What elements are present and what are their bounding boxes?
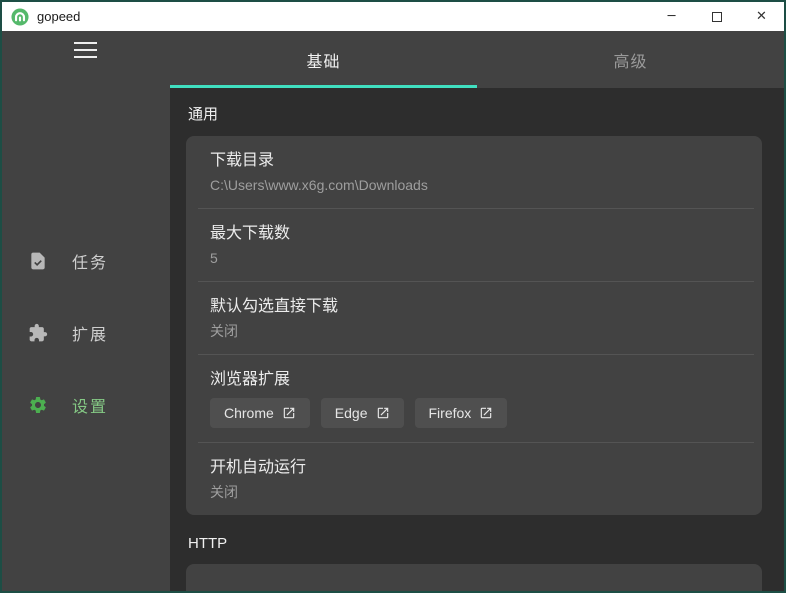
http-settings-card [186,564,762,591]
close-icon: ✕ [756,9,767,24]
section-header-general: 通用 [188,106,219,123]
setting-title: 开机自动运行 [210,459,307,476]
chrome-button-label: Chrome [224,405,274,421]
edge-extension-button[interactable]: Edge [320,398,404,428]
tab-advanced-label: 高级 [613,53,648,71]
setting-title: 浏览器扩展 [210,371,291,388]
browser-extension-buttons: Chrome Edge Firefox [210,398,738,429]
sidebar-item-settings[interactable]: 设置 [2,369,170,441]
minimize-icon: ─ [667,9,676,24]
general-settings-card: 下载目录 C:\Users\www.x6g.com\Downloads 最大下载… [186,136,762,515]
sidebar-nav: 任务 扩展 设置 [2,225,170,441]
titlebar: gopeed ─ ✕ [2,2,784,31]
setting-title: 下载目录 [210,152,275,169]
sidebar-item-label: 设置 [72,399,109,416]
close-button[interactable]: ✕ [739,2,784,31]
hamburger-icon [74,42,97,44]
tab-basic-label: 基础 [306,53,341,71]
sidebar-item-extensions[interactable]: 扩展 [2,297,170,369]
edge-button-label: Edge [334,405,368,421]
section-header-http: HTTP [188,535,228,552]
window-title: gopeed [37,9,81,24]
main-area: 任务 扩展 设置 基础 高级 通用 下载目录 C:\Users\www.x6g.… [2,31,784,591]
gear-icon [28,395,48,415]
settings-tabbar: 基础 高级 [170,31,784,88]
maximize-button[interactable] [694,2,739,31]
setting-title: 最大下载数 [210,225,291,242]
minimize-button[interactable]: ─ [649,2,694,31]
sidebar-item-tasks[interactable]: 任务 [2,225,170,297]
sidebar-item-label: 任务 [72,255,109,272]
sidebar-item-label: 扩展 [72,327,109,344]
gopeed-window: gopeed ─ ✕ 任务 扩展 设置 基础 高级 通用 下载目录 C:\Use… [0,0,786,593]
chrome-extension-button[interactable]: Chrome [210,398,310,428]
setting-row-auto-start[interactable]: 开机自动运行 关闭 [186,443,762,515]
window-controls: ─ ✕ [649,2,784,31]
open-in-new-icon [282,406,296,420]
setting-value: 关闭 [210,484,238,500]
gopeed-logo-icon [11,7,29,26]
firefox-button-label: Firefox [428,405,472,421]
setting-row-max-downloads[interactable]: 最大下载数 5 [186,209,762,281]
menu-toggle-button[interactable] [74,42,97,58]
setting-value: C:\Users\www.x6g.com\Downloads [210,177,428,193]
setting-value: 关闭 [210,323,238,339]
puzzle-extension-icon [28,323,48,343]
open-in-new-icon [376,406,390,420]
sidebar: 任务 扩展 设置 [2,31,170,591]
tab-advanced[interactable]: 高级 [477,31,784,88]
maximize-icon [711,11,722,22]
setting-title: 默认勾选直接下载 [210,298,339,315]
settings-scroll-area[interactable]: 通用 下载目录 C:\Users\www.x6g.com\Downloads 最… [170,88,784,591]
setting-value: 5 [210,250,218,266]
setting-row-default-direct-download[interactable]: 默认勾选直接下载 关闭 [186,282,762,354]
setting-row-browser-extension: 浏览器扩展 Chrome Edge Firefox [186,355,762,442]
firefox-extension-button[interactable]: Firefox [414,398,508,428]
task-file-check-icon [28,251,48,271]
settings-content: 基础 高级 通用 下载目录 C:\Users\www.x6g.com\Downl… [170,31,784,591]
open-in-new-icon [479,406,493,420]
tab-basic[interactable]: 基础 [170,31,477,88]
setting-row-download-dir[interactable]: 下载目录 C:\Users\www.x6g.com\Downloads [186,136,762,208]
